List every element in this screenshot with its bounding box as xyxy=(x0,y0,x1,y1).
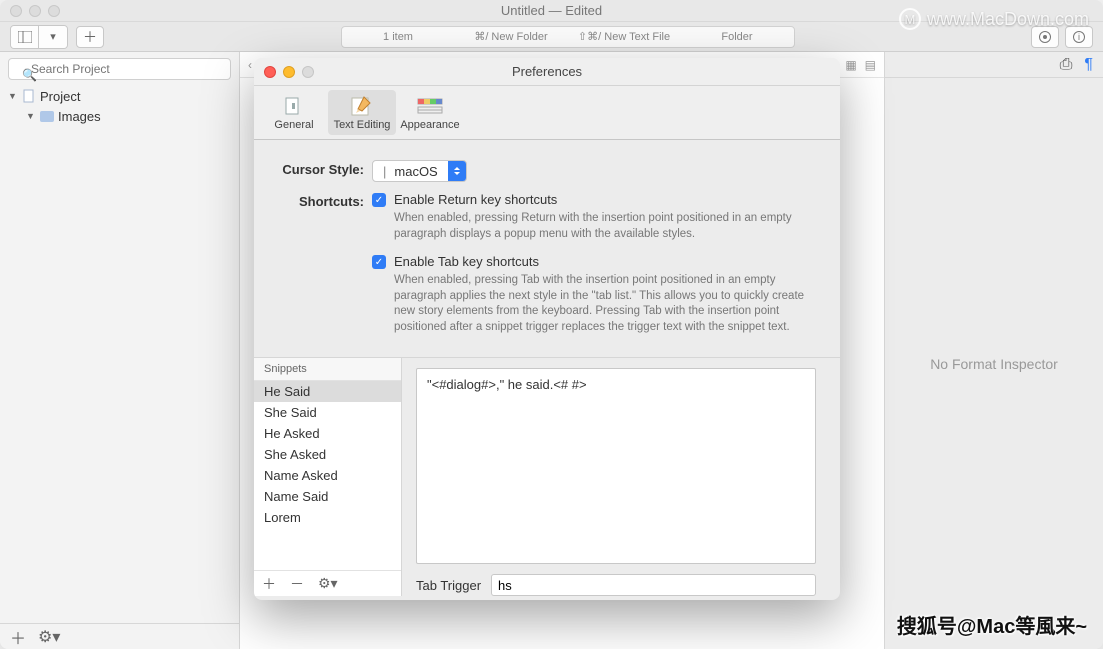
tab-general[interactable]: General xyxy=(260,90,328,135)
tab-text-editing[interactable]: Text Editing xyxy=(328,90,396,135)
item-count: 1 item xyxy=(342,31,455,43)
sidebar: 🔍 ▼ Project ▼ Images ＋ ⚙︎▾ xyxy=(0,52,240,649)
new-textfile-hint: ⇧⌘/ New Text File xyxy=(568,30,681,43)
outline-icon[interactable]: ⎙ xyxy=(1060,56,1073,74)
snippets-header: Snippets xyxy=(254,358,401,381)
snippet-item[interactable]: She Asked xyxy=(254,444,401,465)
remove-snippet-icon[interactable]: － xyxy=(290,574,304,594)
svg-text:i: i xyxy=(1078,32,1080,42)
traffic-lights xyxy=(10,5,60,17)
tab-trigger-input[interactable] xyxy=(491,574,816,596)
disclosure-icon[interactable]: ▼ xyxy=(8,91,18,101)
preferences-window: Preferences General Text Editing Appeara… xyxy=(254,58,840,600)
search-field-wrap: 🔍 xyxy=(8,58,231,80)
inspector-empty-label: No Format Inspector xyxy=(930,356,1058,372)
snippet-item[interactable]: She Said xyxy=(254,402,401,423)
snippet-item[interactable]: He Said xyxy=(254,381,401,402)
tab-shortcuts-help: When enabled, pressing Tab with the inse… xyxy=(394,273,816,335)
appearance-icon xyxy=(417,95,443,117)
snippet-item[interactable]: Lorem xyxy=(254,507,401,528)
add-button[interactable]: ＋ xyxy=(76,26,104,48)
tab-shortcuts-label: Enable Tab key shortcuts xyxy=(394,254,539,269)
snippets-footer: ＋ － ⚙︎▾ xyxy=(254,570,401,596)
tab-appearance[interactable]: Appearance xyxy=(396,90,464,135)
general-icon xyxy=(281,95,307,117)
gear-icon[interactable]: ⚙︎▾ xyxy=(38,627,60,647)
view-segmented[interactable]: ▾ xyxy=(10,25,68,49)
document-icon xyxy=(22,89,36,103)
prefs-title: Preferences xyxy=(512,64,582,79)
cursor-style-label: Cursor Style: xyxy=(278,160,372,177)
tab-general-label: General xyxy=(274,119,313,131)
shortcuts-label: Shortcuts: xyxy=(278,192,372,209)
grid-large-icon[interactable]: ▤ xyxy=(865,58,876,72)
chevron-down-icon[interactable]: ▾ xyxy=(39,26,67,48)
tree-row-images[interactable]: ▼ Images xyxy=(0,106,239,126)
prefs-titlebar: Preferences xyxy=(254,58,840,86)
inspector-bar: ⎙ ¶ xyxy=(885,52,1103,78)
inspector-empty: No Format Inspector xyxy=(885,78,1103,649)
snippet-text[interactable]: "<#dialog#>," he said.<# #> xyxy=(416,368,816,564)
tree-label: Images xyxy=(58,109,101,124)
search-icon: 🔍 xyxy=(22,68,37,82)
watermark-logo-icon: M xyxy=(899,8,921,30)
watermark-top-text: www.MacDown.com xyxy=(927,9,1089,30)
tree-row-project[interactable]: ▼ Project xyxy=(0,86,239,106)
close-button[interactable] xyxy=(10,5,22,17)
prefs-zoom-button[interactable] xyxy=(302,66,314,78)
snippet-item[interactable]: He Asked xyxy=(254,423,401,444)
prefs-tabs: General Text Editing Appearance xyxy=(254,86,840,140)
prefs-close-button[interactable] xyxy=(264,66,276,78)
return-shortcuts-checkbox[interactable]: ✓ xyxy=(372,193,386,207)
back-icon[interactable]: ‹ xyxy=(248,58,252,72)
popup-arrows-icon xyxy=(448,160,466,182)
grid-small-icon[interactable]: ▦ xyxy=(845,58,856,72)
tab-appearance-label: Appearance xyxy=(400,119,459,131)
snippet-gear-icon[interactable]: ⚙︎▾ xyxy=(318,575,338,592)
watermark-top: M www.MacDown.com xyxy=(899,8,1089,30)
new-folder-hint: ⌘/ New Folder xyxy=(455,30,568,43)
sidebar-footer: ＋ ⚙︎▾ xyxy=(0,623,239,649)
cursor-style-popup[interactable]: |macOS xyxy=(372,160,467,182)
prefs-minimize-button[interactable] xyxy=(283,66,295,78)
zoom-button[interactable] xyxy=(48,5,60,17)
minimize-button[interactable] xyxy=(29,5,41,17)
tab-text-editing-label: Text Editing xyxy=(334,119,391,131)
add-snippet-icon[interactable]: ＋ xyxy=(262,574,276,594)
disclosure-icon[interactable]: ▼ xyxy=(26,111,36,121)
return-shortcuts-help: When enabled, pressing Return with the i… xyxy=(394,211,816,242)
inspector-pane: ⎙ ¶ No Format Inspector xyxy=(885,52,1103,649)
tab-trigger-label: Tab Trigger xyxy=(416,578,481,593)
add-icon[interactable]: ＋ xyxy=(10,625,26,649)
paragraph-icon[interactable]: ¶ xyxy=(1084,56,1093,74)
snippets-list: Snippets He Said She Said He Asked She A… xyxy=(254,358,402,596)
tab-shortcuts-checkbox[interactable]: ✓ xyxy=(372,255,386,269)
tree-label: Project xyxy=(40,89,80,104)
folder-hint: Folder xyxy=(681,31,794,43)
snippets-area: Snippets He Said She Said He Asked She A… xyxy=(254,357,840,596)
info-bar: 1 item ⌘/ New Folder ⇧⌘/ New Text File F… xyxy=(341,26,795,48)
search-input[interactable] xyxy=(8,58,231,80)
sidebar-toggle-icon[interactable] xyxy=(11,26,39,48)
prefs-body: Cursor Style: |macOS Shortcuts: ✓ Enable… xyxy=(254,140,840,600)
text-editing-icon xyxy=(349,95,375,117)
snippet-item[interactable]: Name Asked xyxy=(254,465,401,486)
return-shortcuts-label: Enable Return key shortcuts xyxy=(394,192,557,207)
folder-icon xyxy=(40,111,54,122)
cursor-style-value: macOS xyxy=(394,164,437,179)
file-tree: ▼ Project ▼ Images xyxy=(0,86,239,126)
snippet-item[interactable]: Name Said xyxy=(254,486,401,507)
watermark-bottom: 搜狐号@Mac等風来~ xyxy=(897,610,1087,639)
window-title: Untitled — Edited xyxy=(501,3,602,18)
